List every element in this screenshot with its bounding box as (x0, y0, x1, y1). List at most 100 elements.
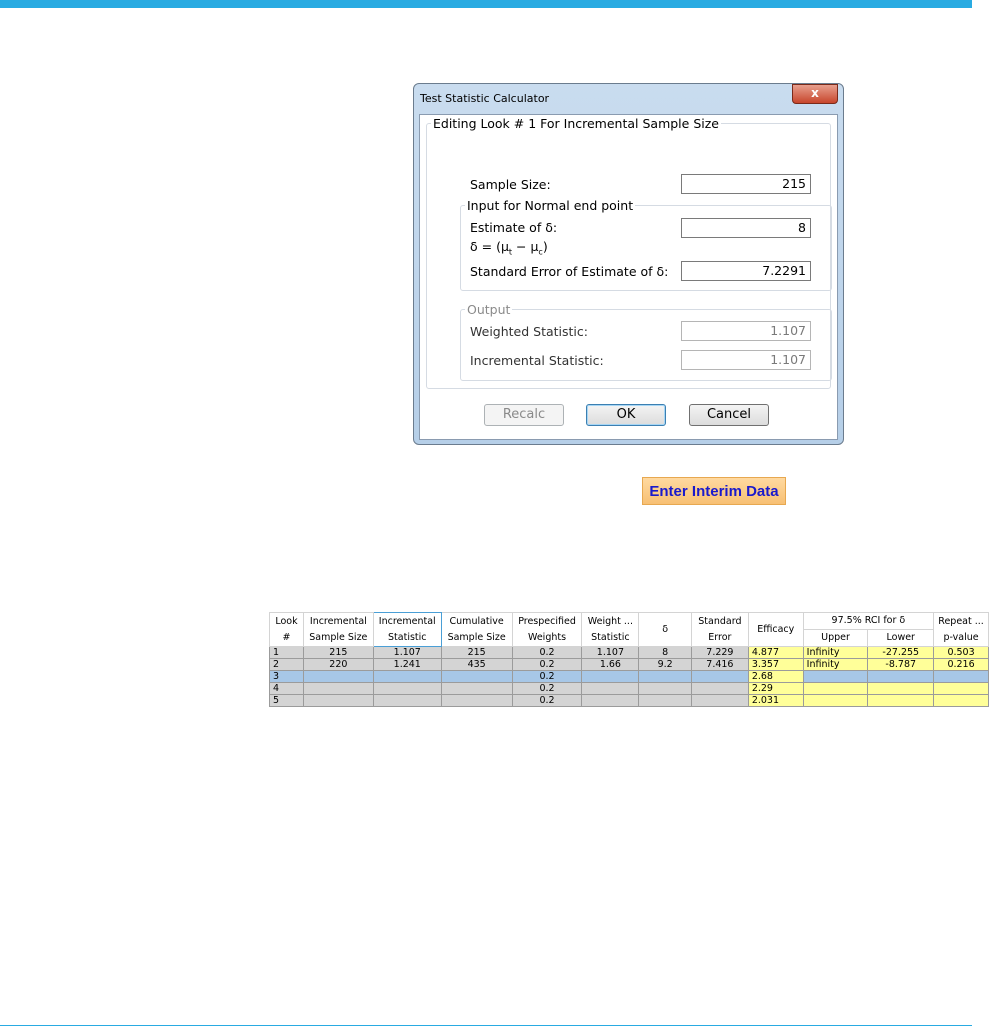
header-incremental-statistic[interactable]: Incremental Statistic (372, 612, 442, 647)
cell-p-value: 0.216 (933, 658, 989, 671)
cell-efficacy: 3.357 (747, 658, 804, 671)
cell-weight-stat: 1.66 (581, 658, 640, 671)
cell-weights: 0.2 (511, 646, 583, 659)
table-row[interactable]: 4 0.2 2.29 (269, 682, 989, 695)
incremental-statistic-field: 1.107 (681, 350, 811, 370)
cell-inc-stat[interactable] (372, 694, 442, 707)
cell-look: 1 (269, 646, 304, 659)
sample-size-field[interactable]: 215 (681, 174, 811, 194)
cell-efficacy: 4.877 (747, 646, 804, 659)
recalc-button[interactable]: Recalc (484, 404, 564, 426)
cell-se (690, 682, 749, 695)
table-row-selected[interactable]: 3 0.2 2.68 (269, 670, 989, 683)
dialog-body: Editing Look # 1 For Incremental Sample … (419, 114, 838, 440)
standard-error-field[interactable]: 7.2291 (681, 261, 811, 281)
cell-cum-sample: 435 (440, 658, 513, 671)
cell-efficacy: 2.031 (747, 694, 804, 707)
cell-look: 2 (269, 658, 304, 671)
cell-inc-sample[interactable] (302, 670, 374, 683)
cell-p-value: 0.503 (933, 646, 989, 659)
header-cumulative-sample-size[interactable]: Cumulative Sample Size (440, 612, 513, 647)
cell-upper (802, 694, 869, 707)
header-incremental-sample-size[interactable]: Incremental Sample Size (302, 612, 374, 647)
output-title: Output (465, 302, 513, 317)
header-standard-error[interactable]: Standard Error (690, 612, 749, 647)
cell-se: 7.229 (690, 646, 749, 659)
cell-look: 4 (269, 682, 304, 695)
standard-error-label: Standard Error of Estimate of δ: (470, 264, 669, 279)
cell-lower (867, 682, 935, 695)
interim-data-table: Look # Incremental Sample Size Increment… (269, 612, 989, 707)
cell-weight-stat (581, 682, 640, 695)
delta-formula: δ = (μt − μc) (470, 239, 548, 257)
bottom-rule (0, 1025, 972, 1026)
table-row[interactable]: 1 215 1.107 215 0.2 1.107 8 7.229 4.877 … (269, 646, 989, 659)
cell-weight-stat: 1.107 (581, 646, 640, 659)
header-rci[interactable]: 97.5% RCI for δ (802, 612, 935, 630)
input-normal-title: Input for Normal end point (465, 198, 636, 213)
sample-size-label: Sample Size: (470, 177, 551, 192)
cell-lower: -27.255 (867, 646, 935, 659)
cell-delta (638, 670, 692, 683)
header-weighted-statistic[interactable]: Weight ... Statistic (581, 612, 640, 647)
cell-delta: 9.2 (638, 658, 692, 671)
cell-upper: Infinity (802, 646, 869, 659)
cell-inc-sample[interactable]: 220 (302, 658, 374, 671)
ok-button[interactable]: OK (586, 404, 666, 426)
incremental-statistic-label: Incremental Statistic: (470, 353, 604, 368)
header-prespecified-weights[interactable]: Prespecified Weights (511, 612, 583, 647)
header-look[interactable]: Look # (269, 612, 304, 647)
cell-weights: 0.2 (511, 658, 583, 671)
close-button[interactable]: x (792, 84, 838, 104)
cell-weights: 0.2 (511, 694, 583, 707)
cell-efficacy: 2.68 (747, 670, 804, 683)
table-row[interactable]: 2 220 1.241 435 0.2 1.66 9.2 7.416 3.357… (269, 658, 989, 671)
cell-inc-stat[interactable] (372, 670, 442, 683)
cell-cum-sample (440, 694, 513, 707)
header-repeated-p-value[interactable]: Repeat ... p-value (933, 612, 989, 647)
cell-cum-sample (440, 682, 513, 695)
cell-inc-stat[interactable] (372, 682, 442, 695)
header-efficacy[interactable]: Efficacy (747, 612, 804, 647)
cell-inc-sample[interactable] (302, 694, 374, 707)
cell-inc-stat[interactable]: 1.107 (372, 646, 442, 659)
header-delta[interactable]: δ (638, 612, 692, 647)
cell-inc-stat[interactable]: 1.241 (372, 658, 442, 671)
cell-cum-sample (440, 670, 513, 683)
cell-delta: 8 (638, 646, 692, 659)
cell-lower: -8.787 (867, 658, 935, 671)
cell-se: 7.416 (690, 658, 749, 671)
cell-weights: 0.2 (511, 682, 583, 695)
table-row[interactable]: 5 0.2 2.031 (269, 694, 989, 707)
header-lower[interactable]: Lower (867, 629, 935, 647)
cell-cum-sample: 215 (440, 646, 513, 659)
cell-upper (802, 682, 869, 695)
cell-weight-stat (581, 694, 640, 707)
cell-se (690, 694, 749, 707)
editing-look-title: Editing Look # 1 For Incremental Sample … (431, 116, 721, 131)
enter-interim-data-button[interactable]: Enter Interim Data (642, 477, 786, 505)
cell-look: 3 (269, 670, 304, 683)
output-group: Output (460, 302, 832, 381)
weighted-statistic-label: Weighted Statistic: (470, 324, 588, 339)
cell-look: 5 (269, 694, 304, 707)
cell-se (690, 670, 749, 683)
cell-inc-sample[interactable] (302, 682, 374, 695)
cell-inc-sample[interactable]: 215 (302, 646, 374, 659)
cancel-button[interactable]: Cancel (689, 404, 769, 426)
cell-delta (638, 694, 692, 707)
cell-upper (802, 670, 869, 683)
dialog-title: Test Statistic Calculator (420, 92, 550, 105)
top-accent-bar (0, 0, 972, 8)
estimate-field[interactable]: 8 (681, 218, 811, 238)
test-statistic-dialog: Test Statistic Calculator x Editing Look… (413, 83, 844, 445)
cell-delta (638, 682, 692, 695)
cell-p-value (933, 682, 989, 695)
cell-p-value (933, 694, 989, 707)
cell-lower (867, 694, 935, 707)
header-upper[interactable]: Upper (802, 629, 869, 647)
cell-efficacy: 2.29 (747, 682, 804, 695)
cell-lower (867, 670, 935, 683)
cell-p-value (933, 670, 989, 683)
cell-weights: 0.2 (511, 670, 583, 683)
